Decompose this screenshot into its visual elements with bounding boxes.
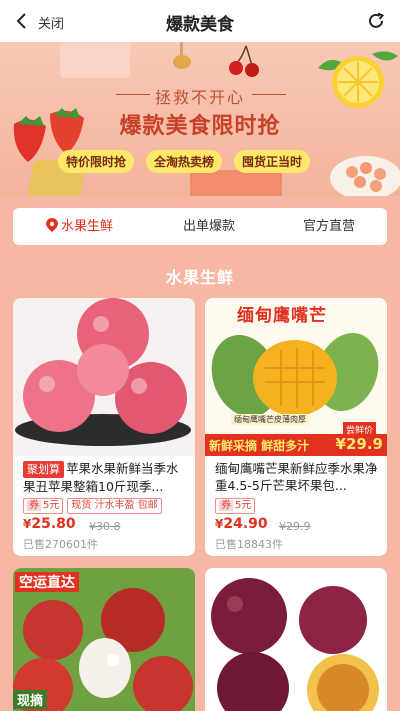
sold-count: 已售18843件	[215, 538, 283, 551]
cherry-icon	[229, 45, 259, 77]
page-title: 爆款美食	[166, 15, 234, 35]
tab-official-direct[interactable]: 官方直营	[303, 208, 355, 245]
product-tags: 券 5元 现货 汁水丰盈 包邮	[23, 498, 162, 514]
product-card[interactable]: 缅甸鹰嘴芒 缅甸鹰嘴芒皮薄肉厚 尝鲜价 新鲜采摘 鲜甜多汁 ¥29.9 缅甸鹰嘴…	[205, 298, 387, 556]
mango-image-caption: 缅甸鹰嘴芒皮薄肉厚	[231, 414, 309, 425]
product-card[interactable]: 聚划算 苹果水果新鲜当季水果丑苹果整箱10斤现季... 券 5元 现货 汁水丰盈 包…	[13, 298, 195, 556]
current-price: ¥24.90	[215, 516, 268, 532]
sold-count: 已售270601件	[23, 538, 98, 551]
product-image-mango[interactable]: 缅甸鹰嘴芒 缅甸鹰嘴芒皮薄肉厚 尝鲜价 新鲜采摘 鲜甜多汁 ¥29.9	[205, 298, 387, 456]
feature-tag: 现货 汁水丰盈 包邮	[67, 498, 162, 514]
salmon-plate-decoration	[190, 170, 282, 196]
tab-label: 水果生鲜	[61, 219, 114, 234]
subtitle-line-right	[252, 94, 286, 95]
refresh-icon[interactable]	[366, 11, 386, 31]
location-pin-icon	[46, 218, 58, 232]
original-price: ¥30.8	[89, 520, 121, 533]
top-nav-bar: 关闭 爆款美食	[0, 0, 400, 42]
mango-image-banner: 新鲜采摘 鲜甜多汁 ¥29.9	[205, 434, 387, 456]
category-tabs: 水果生鲜 出单爆款 官方直营	[13, 208, 387, 245]
banner-subtitle: 拯救不开心	[154, 88, 245, 107]
lychee-image-tag: 现摘	[13, 690, 48, 709]
section-title: 水果生鲜	[165, 268, 234, 287]
tab-hot-sellers[interactable]: 出单爆款	[183, 208, 235, 245]
product-name: 缅甸鹰嘴芒果新鲜应季水果净重4.5-5斤芒果坏果包...	[215, 461, 378, 493]
product-image-lychee[interactable]: 空运直达 现摘	[13, 568, 195, 711]
banner-headline: 爆款美食限时抢	[119, 114, 281, 139]
product-tags: 券 5元	[215, 498, 256, 514]
banner-pill-group: 特价限时抢 全淘热卖榜 囤货正当时	[58, 150, 311, 173]
pill-special-offer[interactable]: 特价限时抢	[58, 150, 135, 173]
apples-illustration	[15, 298, 191, 446]
original-price: ¥29.9	[279, 520, 311, 533]
product-image-apples[interactable]	[13, 298, 195, 456]
gift-box-decoration	[60, 42, 130, 78]
product-card[interactable]	[205, 568, 387, 711]
coupon-tag[interactable]: 券 5元	[215, 498, 256, 514]
spoon-icon	[173, 42, 191, 69]
brand-badge: 聚划算	[23, 461, 64, 478]
tab-fruit-fresh[interactable]: 水果生鲜	[46, 208, 113, 245]
promo-banner[interactable]: 拯救不开心 爆款美食限时抢 特价限时抢 全淘热卖榜 囤货正当时	[0, 42, 400, 196]
current-price: ¥25.80	[23, 516, 76, 532]
coupon-tag[interactable]: 券 5元	[23, 498, 64, 514]
product-name: 聚划算 苹果水果新鲜当季水果丑苹果整箱10斤现季...	[23, 461, 179, 494]
passion-fruit-illustration	[211, 578, 379, 711]
pill-stock-up[interactable]: 囤货正当时	[234, 150, 311, 173]
product-card[interactable]: 空运直达 现摘	[13, 568, 195, 711]
product-image-passion-fruit[interactable]	[205, 568, 387, 711]
mango-image-title: 缅甸鹰嘴芒	[237, 306, 327, 326]
lychee-image-title: 空运直达	[15, 572, 79, 592]
shrimp-bowl-icon	[330, 156, 400, 196]
pill-hot-ranking[interactable]: 全淘热卖榜	[146, 150, 223, 173]
